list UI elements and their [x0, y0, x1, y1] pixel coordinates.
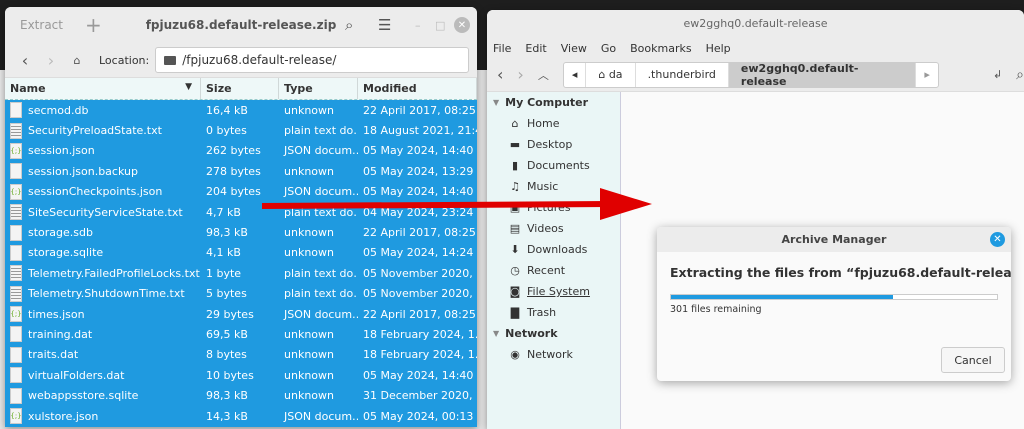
- red-arrow: [261, 188, 652, 220]
